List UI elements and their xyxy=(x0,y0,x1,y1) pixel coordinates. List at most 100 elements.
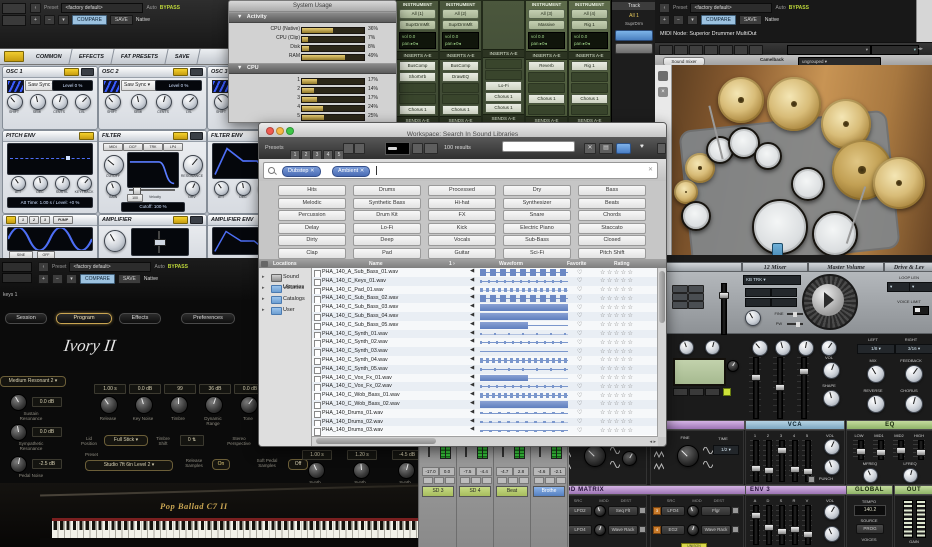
favorite-icon[interactable]: ♡ xyxy=(577,269,582,276)
lfo-rate-knob[interactable] xyxy=(584,445,606,467)
insert-slot-empty[interactable] xyxy=(485,70,522,80)
category-button[interactable]: Chords xyxy=(578,210,646,222)
drum-icon[interactable] xyxy=(791,167,825,201)
sidebar-item-catalogs[interactable]: ▸ Catalogs xyxy=(259,294,311,304)
pw-slider[interactable] xyxy=(787,321,803,327)
mod-amount-knob[interactable] xyxy=(687,524,699,536)
mute-button[interactable] xyxy=(482,477,492,484)
aux-chip[interactable] xyxy=(173,216,188,224)
amp-volume-knob[interactable] xyxy=(104,230,126,252)
drum-kit-photo[interactable] xyxy=(655,65,932,262)
waveform-preview[interactable] xyxy=(480,392,568,399)
midi-chip[interactable] xyxy=(190,132,203,140)
aux-chip[interactable] xyxy=(64,68,79,76)
osc-knob[interactable] xyxy=(182,94,198,110)
rack-fader[interactable] xyxy=(775,357,785,419)
category-button[interactable]: Sub-Bass xyxy=(503,235,571,247)
rack-mini-button[interactable] xyxy=(672,285,688,293)
track-instrument-button[interactable] xyxy=(615,30,653,41)
eq-freq-knob[interactable] xyxy=(863,468,878,483)
category-button[interactable]: Processed xyxy=(428,185,496,196)
rating-stars[interactable]: ☆☆☆☆☆ xyxy=(600,418,634,425)
insert-slot-empty[interactable] xyxy=(399,83,436,93)
waveform-preview[interactable] xyxy=(480,286,568,294)
file-row[interactable]: PHA_140_C_Sub_Bass_05.wav ◀ ♡ ☆☆☆☆☆ xyxy=(312,320,658,331)
cymbal-icon[interactable] xyxy=(873,157,925,209)
lfo-chip[interactable]: 3 xyxy=(40,216,50,224)
speaker-icon[interactable]: ◀ xyxy=(470,303,474,309)
prev-preset-button[interactable]: + xyxy=(659,15,670,25)
mod-src-button[interactable]: LFO4 xyxy=(568,525,592,535)
piano-keyboard[interactable] xyxy=(52,520,456,538)
delay-left-dropdown[interactable]: 1/8 ▾ xyxy=(857,344,895,354)
rating-stars[interactable]: ☆☆☆☆☆ xyxy=(600,339,634,346)
mod-src-button[interactable]: LFO2 xyxy=(568,506,592,516)
rack-fader[interactable] xyxy=(751,357,761,419)
rating-stars[interactable]: ☆☆☆☆☆ xyxy=(600,312,634,319)
drummer-toolbar-button[interactable] xyxy=(719,45,733,55)
velocity-amount-box[interactable]: 100 xyxy=(127,194,143,202)
ivory-left-knob[interactable] xyxy=(10,394,27,411)
vertical-scrollbar[interactable] xyxy=(657,268,666,437)
rack-mode-button[interactable] xyxy=(771,298,797,307)
speaker-icon[interactable]: ◀ xyxy=(470,330,474,336)
file-row[interactable]: PHA_140_C_Sub_Bass_03.wav ◀ ♡ ☆☆☆☆☆ xyxy=(312,303,658,313)
drummer-toolbar-button[interactable] xyxy=(704,45,718,55)
category-button[interactable]: Pad xyxy=(353,248,421,259)
category-button[interactable]: Beats xyxy=(578,197,646,209)
compare-button[interactable]: COMPARE xyxy=(701,15,736,25)
insert-slot[interactable]: Chorus 1 xyxy=(442,105,479,115)
category-button[interactable]: Snare xyxy=(503,210,571,222)
unison-button[interactable]: UNISON xyxy=(681,543,707,547)
insert-slot[interactable]: BusComp xyxy=(442,61,479,71)
filter-mode-chip[interactable]: MIDI xyxy=(103,143,123,151)
cymbal-icon[interactable] xyxy=(718,77,764,123)
category-button[interactable]: Clap xyxy=(278,248,346,259)
loop-len-dropdown[interactable]: ▾ xyxy=(909,282,932,292)
file-row[interactable]: PHA_140_C_Wob_Bass_02.wav ◀ ♡ ☆☆☆☆☆ xyxy=(312,399,658,410)
scroll-arrows[interactable]: ◂ ▸ xyxy=(650,439,656,445)
eq-freq-knob[interactable] xyxy=(903,468,918,483)
mod-enable-checkbox[interactable] xyxy=(639,507,646,514)
window-titlebar[interactable]: Workspace: Search In Sound Libraries xyxy=(259,123,666,138)
filter-mode-chip[interactable]: LP4 xyxy=(163,143,183,151)
waveform-preview[interactable] xyxy=(480,383,568,391)
channel-selector-box[interactable] xyxy=(2,15,26,26)
waveform-preview[interactable] xyxy=(480,312,568,320)
activity-section-header[interactable]: ▼ Activity xyxy=(229,12,396,23)
feedback-knob[interactable] xyxy=(905,365,923,383)
file-row[interactable]: PHA_140_C_Pad_01.wav ◀ ♡ ☆☆☆☆☆ xyxy=(312,285,658,296)
favorites-filter-icon[interactable]: ♥ xyxy=(640,143,644,150)
insert-slot-empty[interactable] xyxy=(571,83,608,93)
rack-row-knob[interactable] xyxy=(798,340,814,356)
list-view-button[interactable]: ▤ xyxy=(599,143,613,154)
osc-knob[interactable] xyxy=(105,94,121,110)
strip-group-button[interactable]: All (2) xyxy=(442,9,479,19)
search-tag[interactable]: Ambient ✕ xyxy=(332,166,371,177)
category-button[interactable]: Bass xyxy=(578,185,646,196)
col-name[interactable]: Name xyxy=(369,261,383,267)
midi-chip[interactable] xyxy=(190,68,203,76)
speaker-icon[interactable]: ◀ xyxy=(470,365,474,371)
favorite-icon[interactable]: ♡ xyxy=(577,304,582,311)
insert-slot[interactable]: BusComp xyxy=(399,61,436,71)
category-button[interactable]: Hi-hat xyxy=(428,197,496,209)
automation-button[interactable] xyxy=(497,477,507,484)
filter-env-knob[interactable] xyxy=(236,181,251,196)
lfo-chip[interactable]: 1 xyxy=(18,216,28,224)
release-samples-toggle[interactable]: On xyxy=(212,459,230,470)
env3-balance-knob[interactable] xyxy=(824,526,840,542)
category-button[interactable]: Electric Piano xyxy=(503,222,571,234)
solo-button[interactable] xyxy=(471,477,481,484)
file-row[interactable]: PHA_140_C_Wob_Bass_01.wav ◀ ♡ ☆☆☆☆☆ xyxy=(312,391,658,401)
search-tag[interactable]: Dubstep ✕ xyxy=(282,166,321,177)
favorite-icon[interactable]: ♡ xyxy=(577,348,582,355)
insert-slot[interactable]: ShortVrb xyxy=(399,72,436,82)
shape-knob[interactable] xyxy=(823,390,840,407)
speaker-icon[interactable]: ◀ xyxy=(470,338,474,344)
sidebar-item-user[interactable]: ▸ User xyxy=(259,305,311,315)
rack-value-knob[interactable] xyxy=(745,310,761,326)
synth-tab-effects[interactable]: EFFECTS xyxy=(69,49,115,64)
ivory-synth-knob[interactable] xyxy=(398,462,415,479)
category-button[interactable]: Synthesizer xyxy=(503,197,571,209)
